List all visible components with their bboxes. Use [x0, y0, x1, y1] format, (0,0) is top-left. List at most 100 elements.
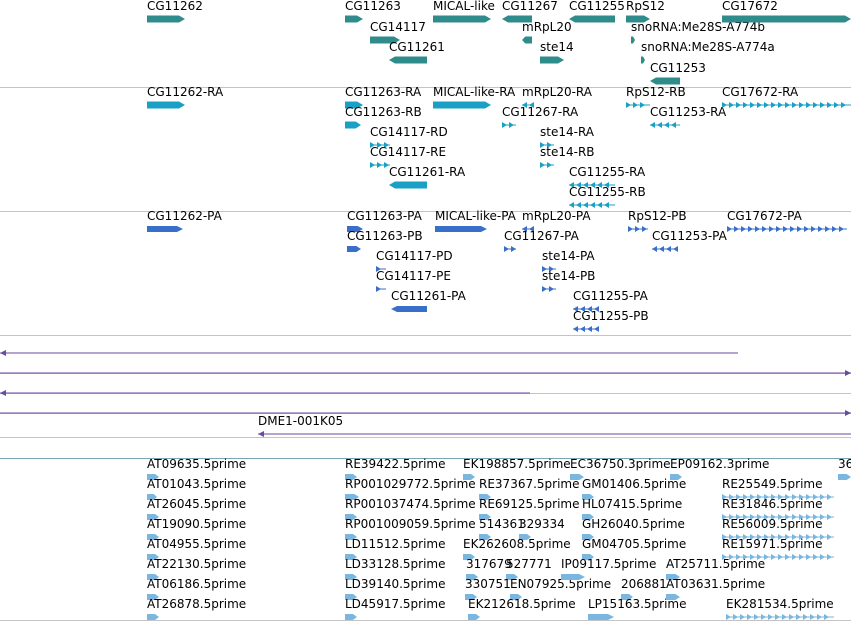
transcript-track-cg11262-ra-label[interactable]: CG11262-RA — [147, 85, 223, 99]
transcript-track-cg11253-ra-label[interactable]: CG11253-RA — [650, 105, 726, 119]
alignment-track-row-1-glyph[interactable] — [0, 347, 740, 359]
gene-track-snorna-me28s-a774b-glyph[interactable] — [629, 34, 637, 46]
protein-track-ste14-pb-label[interactable]: ste14-PB — [542, 269, 595, 283]
est-track-re31846-5prime-label[interactable]: RE31846.5prime — [722, 497, 823, 511]
transcript-track-cg14117-rd-label[interactable]: CG14117-RD — [370, 125, 448, 139]
transcript-track-cg17672-ra-glyph[interactable] — [720, 99, 851, 111]
protein-track-cg14117-pd-label[interactable]: CG14117-PD — [376, 249, 453, 263]
protein-track-cg11261-pa-glyph[interactable] — [389, 303, 429, 315]
transcript-track-cg14117-re-label[interactable]: CG14117-RE — [370, 145, 446, 159]
est-track-ek212618-5prime-glyph[interactable] — [466, 611, 482, 623]
est-track-ek198857-5prime-label[interactable]: EK198857.5prime — [463, 457, 571, 471]
gene-track-cg11263-label[interactable]: CG11263 — [345, 0, 401, 13]
alignment-track-dme1-001k05-label[interactable]: DME1-001K05 — [258, 414, 343, 428]
est-track-ld39140-5prime-label[interactable]: LD39140.5prime — [345, 577, 446, 591]
est-track-36-glyph[interactable] — [836, 471, 851, 483]
protein-track-cg11262-pa-label[interactable]: CG11262-PA — [147, 209, 222, 223]
est-track-at01043-5prime-label[interactable]: AT01043.5prime — [147, 477, 246, 491]
protein-track-cg11263-pb-label[interactable]: CG11263-PB — [347, 229, 423, 243]
gene-track-cg11262-label[interactable]: CG11262 — [147, 0, 203, 13]
protein-track-cg14117-pe-glyph[interactable] — [374, 283, 388, 295]
est-track-ek262608-5prime-label[interactable]: EK262608.5prime — [463, 537, 571, 551]
protein-track-rps12-pb-glyph[interactable] — [626, 223, 650, 235]
est-track-527771-label[interactable]: 527771 — [506, 557, 552, 571]
est-track-hl07415-5prime-label[interactable]: HL07415.5prime — [582, 497, 682, 511]
est-track-ek281534-5prime-glyph[interactable] — [724, 611, 836, 623]
est-track-ld33128-5prime-label[interactable]: LD33128.5prime — [345, 557, 446, 571]
transcript-track-cg11255-ra-label[interactable]: CG11255-RA — [569, 165, 645, 179]
protein-track-mical-like-pa-label[interactable]: MICAL-like-PA — [435, 209, 516, 223]
est-track-re69125-5prime-label[interactable]: RE69125.5prime — [479, 497, 580, 511]
est-track-gm04705-5prime-label[interactable]: GM04705.5prime — [582, 537, 686, 551]
est-track-at26878-5prime-label[interactable]: AT26878.5prime — [147, 597, 246, 611]
gene-track-cg11267-label[interactable]: CG11267 — [502, 0, 558, 13]
protein-track-cg11263-pa-label[interactable]: CG11263-PA — [347, 209, 422, 223]
protein-track-mical-like-pa-glyph[interactable] — [433, 223, 489, 235]
est-track-rp001037474-5prime-label[interactable]: RP001037474.5prime — [345, 497, 476, 511]
alignment-track-dme1-001k05-glyph[interactable] — [256, 428, 851, 440]
protein-track-cg11267-pa-label[interactable]: CG11267-PA — [504, 229, 579, 243]
gene-track-mical-like-label[interactable]: MICAL-like — [433, 0, 495, 13]
est-track-rp001009059-5prime-label[interactable]: RP001009059.5prime — [345, 517, 476, 531]
est-track-gh26040-5prime-label[interactable]: GH26040.5prime — [582, 517, 685, 531]
protein-track-cg11255-pa-label[interactable]: CG11255-PA — [573, 289, 648, 303]
protein-track-ste14-pb-glyph[interactable] — [540, 283, 558, 295]
est-track-at03631-5prime-label[interactable]: AT03631.5prime — [666, 577, 765, 591]
est-track-re25549-5prime-label[interactable]: RE25549.5prime — [722, 477, 823, 491]
protein-track-cg11267-pa-glyph[interactable] — [502, 243, 518, 255]
transcript-track-mical-like-ra-glyph[interactable] — [431, 99, 493, 111]
transcript-track-cg11261-ra-glyph[interactable] — [387, 179, 429, 191]
gene-track-ste14-label[interactable]: ste14 — [540, 40, 574, 54]
est-track-re15971-5prime-glyph[interactable] — [720, 551, 836, 563]
est-track-ld11512-5prime-label[interactable]: LD11512.5prime — [345, 537, 446, 551]
est-track-330751-label[interactable]: 330751 — [465, 577, 511, 591]
transcript-track-cg11253-ra-glyph[interactable] — [648, 119, 682, 131]
est-track-at06186-5prime-label[interactable]: AT06186.5prime — [147, 577, 246, 591]
transcript-track-cg11263-rb-glyph[interactable] — [343, 119, 363, 131]
est-track-at26045-5prime-label[interactable]: AT26045.5prime — [147, 497, 246, 511]
gene-track-mrpl20-glyph[interactable] — [520, 34, 534, 46]
gene-track-snorna-me28s-a774a-glyph[interactable] — [639, 54, 647, 66]
est-track-ep09162-3prime-glyph[interactable] — [668, 471, 684, 483]
est-track-at19090-5prime-label[interactable]: AT19090.5prime — [147, 517, 246, 531]
gene-track-cg11255-glyph[interactable] — [567, 13, 617, 25]
est-track-ek212618-5prime-label[interactable]: EK212618.5prime — [468, 597, 576, 611]
alignment-track-row-4-glyph[interactable] — [0, 407, 851, 419]
transcript-track-rps12-rb-label[interactable]: RpS12-RB — [626, 85, 686, 99]
transcript-track-ste14-ra-label[interactable]: ste14-RA — [540, 125, 594, 139]
gene-track-cg14117-label[interactable]: CG14117 — [370, 20, 426, 34]
gene-track-snorna-me28s-a774a-label[interactable]: snoRNA:Me28S-A774a — [641, 40, 775, 54]
transcript-track-ste14-rb-glyph[interactable] — [538, 159, 556, 171]
gene-track-cg11261-glyph[interactable] — [387, 54, 429, 66]
protein-track-rps12-pb-label[interactable]: RpS12-PB — [628, 209, 687, 223]
protein-track-cg17672-pa-label[interactable]: CG17672-PA — [727, 209, 802, 223]
transcript-track-cg11255-rb-label[interactable]: CG11255-RB — [569, 185, 646, 199]
protein-track-cg11261-pa-label[interactable]: CG11261-PA — [391, 289, 466, 303]
transcript-track-cg11263-ra-label[interactable]: CG11263-RA — [345, 85, 421, 99]
transcript-track-cg11267-ra-glyph[interactable] — [500, 119, 518, 131]
est-track-at04955-5prime-label[interactable]: AT04955.5prime — [147, 537, 246, 551]
est-track-re15971-5prime-label[interactable]: RE15971.5prime — [722, 537, 823, 551]
transcript-track-mrpl20-ra-label[interactable]: mRpL20-RA — [522, 85, 592, 99]
gene-track-ste14-glyph[interactable] — [538, 54, 566, 66]
transcript-track-rps12-rb-glyph[interactable] — [624, 99, 652, 111]
transcript-track-ste14-rb-label[interactable]: ste14-RB — [540, 145, 595, 159]
est-track-re37367-5prime-label[interactable]: RE37367.5prime — [479, 477, 580, 491]
gene-track-cg11262-glyph[interactable] — [145, 13, 187, 25]
est-track-lp15163-5prime-glyph[interactable] — [586, 611, 616, 623]
protein-track-cg11253-pa-label[interactable]: CG11253-PA — [652, 229, 727, 243]
est-track-at26878-5prime-glyph[interactable] — [145, 611, 161, 623]
protein-track-mrpl20-pa-label[interactable]: mRpL20-PA — [522, 209, 591, 223]
protein-track-cg11263-pb-glyph[interactable] — [345, 243, 363, 255]
gene-track-cg11255-label[interactable]: CG11255 — [569, 0, 625, 13]
transcript-track-cg11261-ra-label[interactable]: CG11261-RA — [389, 165, 465, 179]
gene-track-cg17672-glyph[interactable] — [720, 13, 851, 25]
protein-track-ste14-pa-label[interactable]: ste14-PA — [542, 249, 595, 263]
gene-track-cg17672-label[interactable]: CG17672 — [722, 0, 778, 13]
est-track-ip09117-5prime-glyph[interactable] — [559, 571, 587, 583]
protein-track-cg11262-pa-glyph[interactable] — [145, 223, 185, 235]
est-track-re56009-5prime-label[interactable]: RE56009.5prime — [722, 517, 823, 531]
protein-track-cg14117-pe-label[interactable]: CG14117-PE — [376, 269, 451, 283]
est-track-at03631-5prime-glyph[interactable] — [664, 591, 682, 603]
gene-track-cg11263-glyph[interactable] — [343, 13, 365, 25]
